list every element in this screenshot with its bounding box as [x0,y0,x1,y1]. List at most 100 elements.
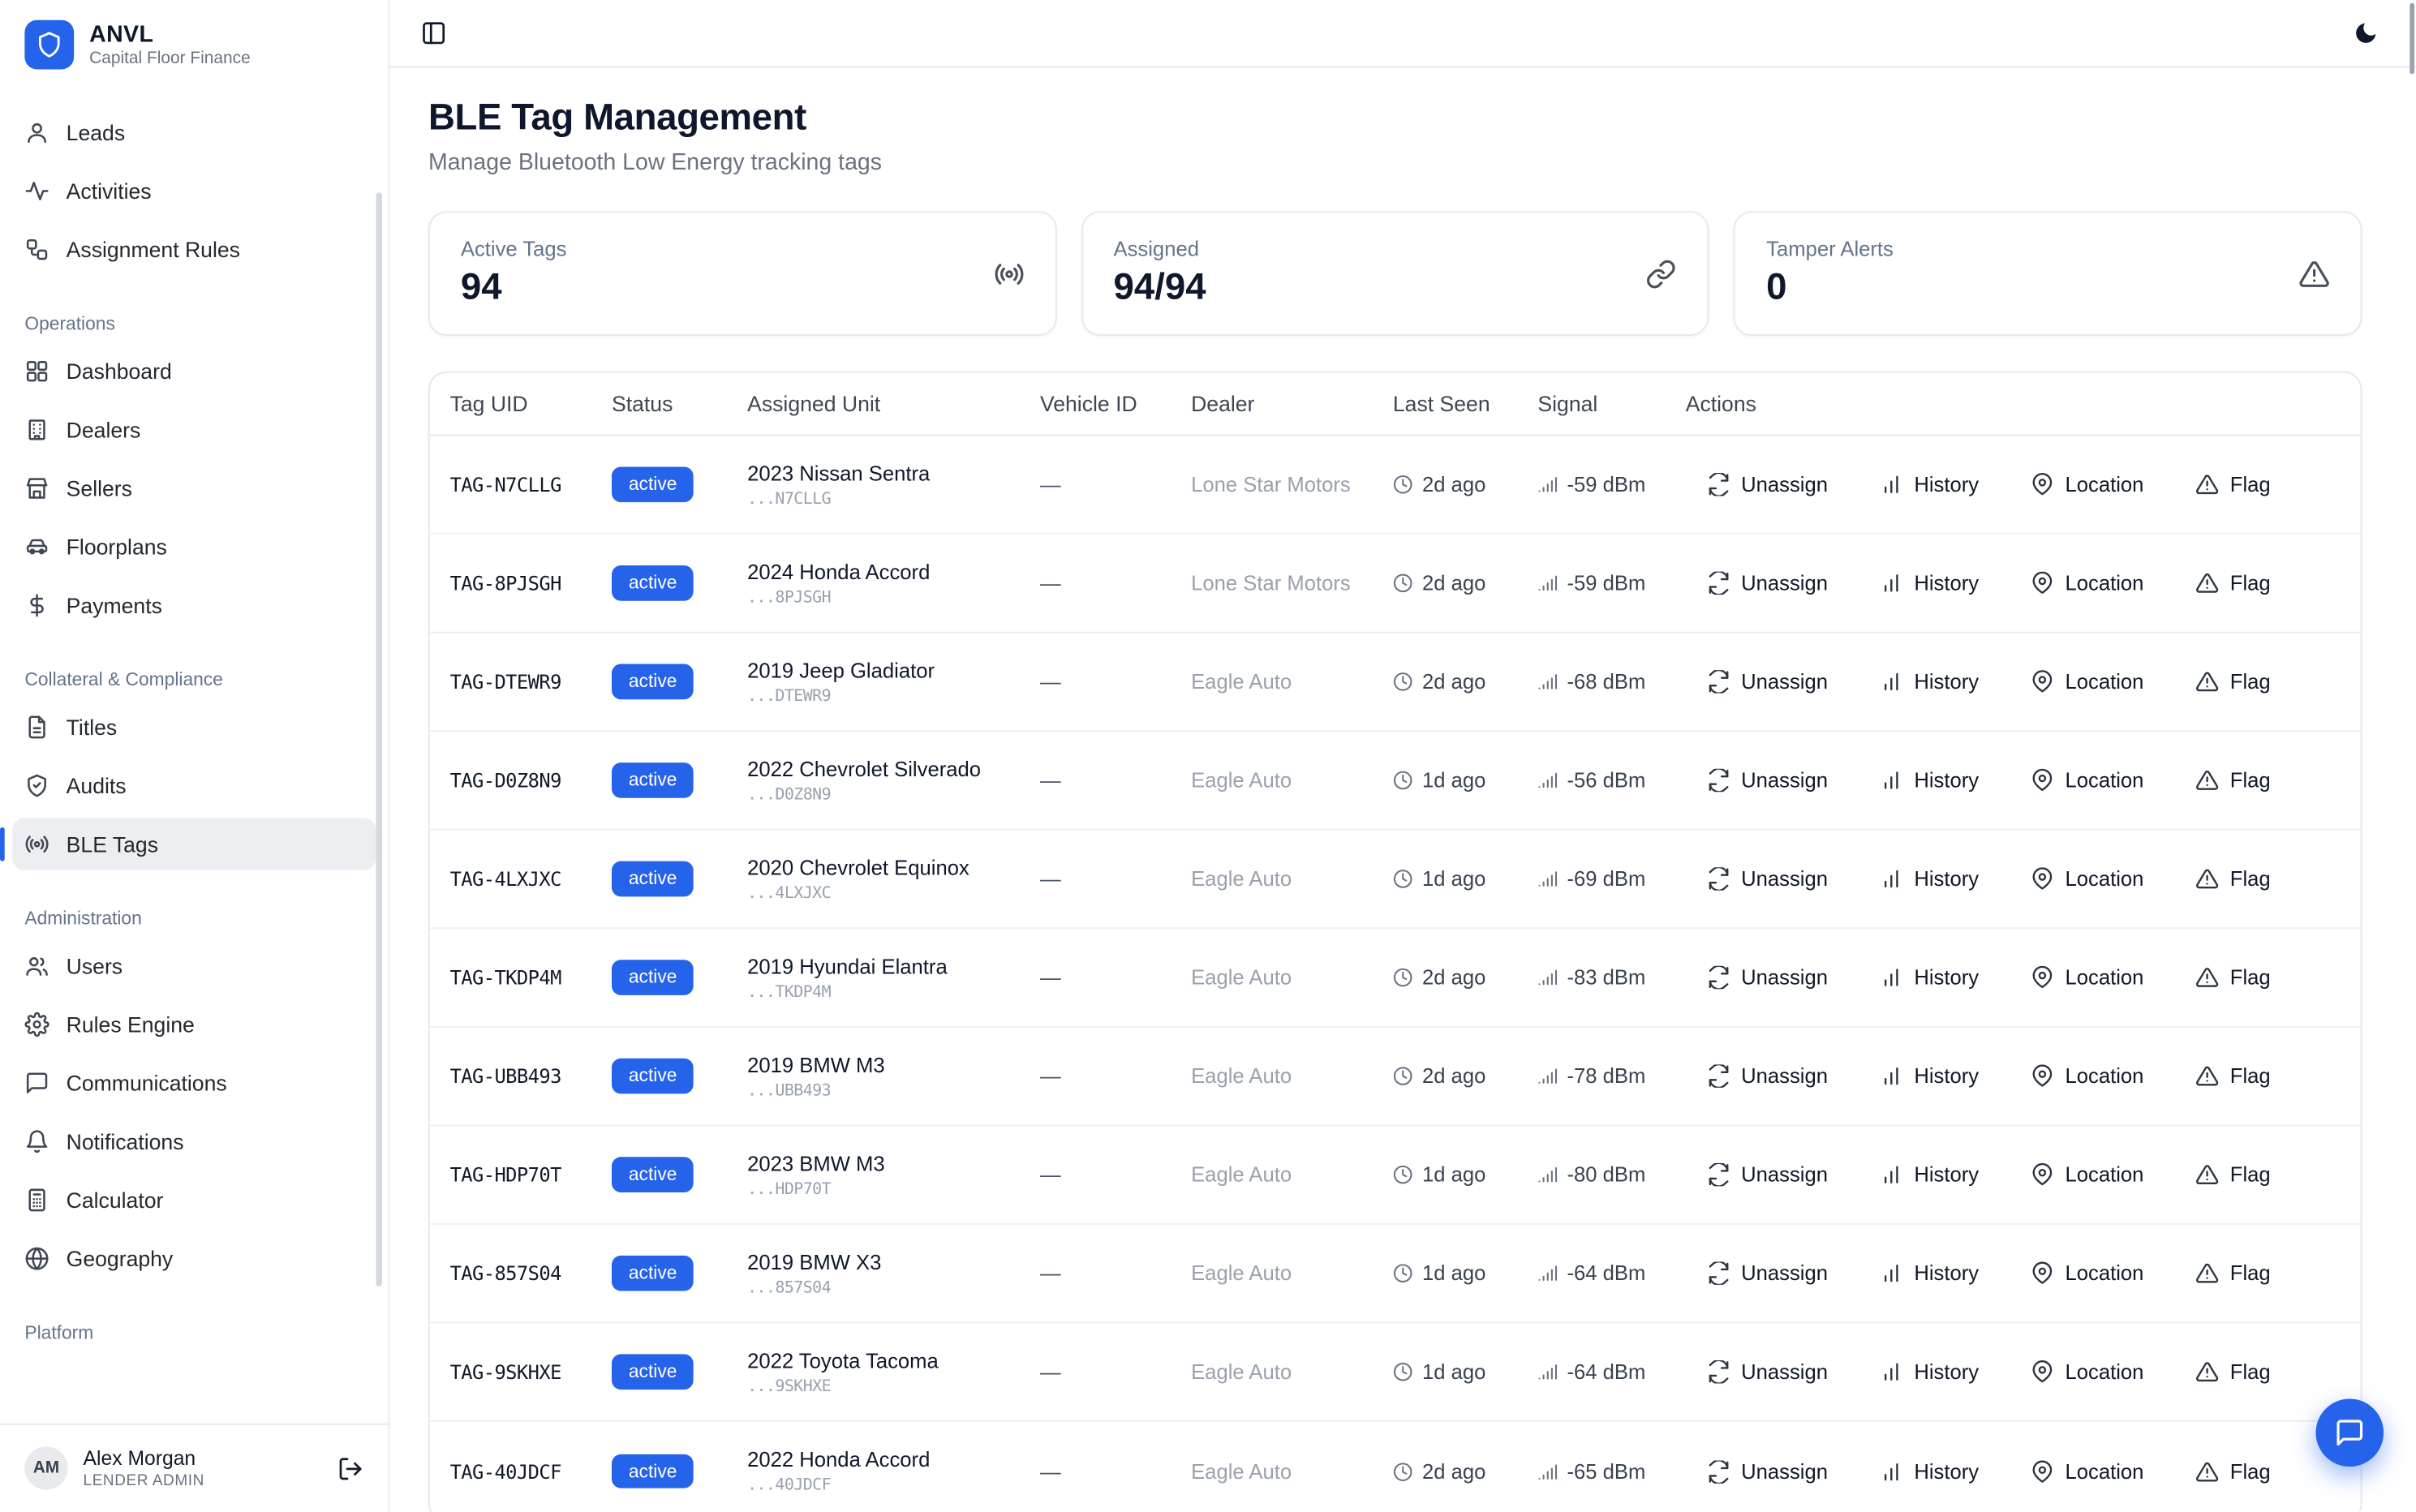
history-button[interactable]: History [1881,670,1980,693]
unassign-button[interactable]: Unassign [1707,769,1828,792]
location-button[interactable]: Location [2031,473,2144,496]
sidebar-item-rules-engine[interactable]: Rules Engine [12,999,376,1051]
flag-button[interactable]: Flag [2196,1261,2271,1284]
history-button[interactable]: History [1881,572,1980,595]
unassign-button[interactable]: Unassign [1707,572,1828,595]
vehicle-id: — [1040,966,1191,989]
assigned-unit: 2019 Jeep Gladiator [747,659,1028,681]
unassign-button[interactable]: Unassign [1707,867,1828,890]
sidebar-section-label: Operations [24,313,363,335]
sidebar-item-leads[interactable]: Leads [12,106,376,159]
vehicle-id: — [1040,1163,1191,1186]
clock-icon [1393,869,1413,889]
flag-button[interactable]: Flag [2196,1064,2271,1087]
sidebar-item-users[interactable]: Users [12,940,376,993]
history-button[interactable]: History [1881,966,1980,989]
history-button[interactable]: History [1881,1360,1980,1383]
logout-button[interactable] [337,1455,363,1481]
unassign-button[interactable]: Unassign [1707,473,1828,496]
column-header-vehicle-id: Vehicle ID [1040,391,1191,415]
sidebar-item-floorplans[interactable]: Floorplans [12,521,376,573]
flag-button[interactable]: Flag [2196,670,2271,693]
brand[interactable]: ANVL Capital Floor Finance [0,0,389,84]
flag-button[interactable]: Flag [2196,867,2271,890]
signal-cell: -64 dBm [1537,1360,1685,1383]
location-button[interactable]: Location [2031,1163,2144,1186]
flag-button[interactable]: Flag [2196,1459,2271,1482]
actions-cell: Unassign History Location Flag [1686,769,2361,792]
location-button[interactable]: Location [2031,1261,2144,1284]
unassign-button[interactable]: Unassign [1707,670,1828,693]
flag-button[interactable]: Flag [2196,966,2271,989]
column-header-actions: Actions [1686,391,2361,415]
location-label: Location [2065,670,2143,693]
history-button[interactable]: History [1881,867,1980,890]
main-scrollbar[interactable] [2410,3,2414,74]
sidebar-item-notifications[interactable]: Notifications [12,1115,376,1168]
history-button[interactable]: History [1881,1163,1980,1186]
unassign-button[interactable]: Unassign [1707,1163,1828,1186]
dealer: Eagle Auto [1191,867,1393,890]
sidebar-item-ble-tags[interactable]: BLE Tags [12,818,376,870]
flag-button[interactable]: Flag [2196,1360,2271,1383]
flag-alert-icon [2196,966,2219,989]
flag-button[interactable]: Flag [2196,572,2271,595]
unassign-button[interactable]: Unassign [1707,966,1828,989]
sidebar-toggle-button[interactable] [420,20,446,46]
tag-uid: TAG-D0Z8N9 [450,769,612,792]
sidebar-item-assignment-rules[interactable]: Assignment Rules [12,223,376,276]
brand-text: ANVL Capital Floor Finance [89,22,251,68]
status-badge: active [612,1256,694,1291]
sidebar-item-sellers[interactable]: Sellers [12,462,376,515]
unassign-icon [1707,1261,1730,1284]
history-button[interactable]: History [1881,1459,1980,1482]
sidebar-item-activities[interactable]: Activities [12,165,376,217]
location-label: Location [2065,572,2143,595]
unassign-button[interactable]: Unassign [1707,1459,1828,1482]
signal-bars-icon [1537,968,1558,988]
location-button[interactable]: Location [2031,769,2144,792]
history-button[interactable]: History [1881,769,1980,792]
unassign-button[interactable]: Unassign [1707,1064,1828,1087]
sidebar-scrollbar[interactable] [376,192,382,1286]
history-label: History [1914,473,1979,496]
unassign-button[interactable]: Unassign [1707,1261,1828,1284]
location-button[interactable]: Location [2031,670,2144,693]
history-button[interactable]: History [1881,473,1980,496]
location-pin-icon [2031,966,2054,989]
location-button[interactable]: Location [2031,1459,2144,1482]
stat-text: Tamper Alerts 0 [1766,237,1894,309]
user-footer[interactable]: AM Alex Morgan LENDER ADMIN [0,1424,389,1511]
location-button[interactable]: Location [2031,1360,2144,1383]
sidebar-item-audits[interactable]: Audits [12,759,376,812]
unassign-button[interactable]: Unassign [1707,1360,1828,1383]
chat-fab-button[interactable] [2315,1398,2384,1467]
history-button[interactable]: History [1881,1261,1980,1284]
flag-button[interactable]: Flag [2196,1163,2271,1186]
sidebar-item-geography[interactable]: Geography [12,1232,376,1285]
sidebar-item-calculator[interactable]: Calculator [12,1174,376,1226]
flag-button[interactable]: Flag [2196,473,2271,496]
sidebar-section-label: Collateral & Compliance [24,668,363,690]
theme-toggle-button[interactable] [2353,20,2379,46]
assigned-unit: 2022 Toyota Tacoma [747,1349,1028,1372]
location-button[interactable]: Location [2031,867,2144,890]
sidebar-item-dashboard[interactable]: Dashboard [12,345,376,397]
history-label: History [1914,867,1979,890]
sidebar-item-communications[interactable]: Communications [12,1057,376,1110]
assigned-unit: 2019 BMW M3 [747,1053,1028,1076]
tag-uid: TAG-DTEWR9 [450,670,612,693]
location-button[interactable]: Location [2031,966,2144,989]
last-seen-cell: 2d ago [1393,1459,1538,1482]
tag-uid: TAG-40JDCF [450,1459,612,1482]
sidebar-item-titles[interactable]: Titles [12,701,376,754]
sidebar-item-dealers[interactable]: Dealers [12,404,376,457]
location-button[interactable]: Location [2031,1064,2144,1087]
content: BLE Tag Management Manage Bluetooth Low … [389,68,2415,1512]
location-button[interactable]: Location [2031,572,2144,595]
flag-button[interactable]: Flag [2196,769,2271,792]
history-button[interactable]: History [1881,1064,1980,1087]
history-bars-icon [1881,1261,1903,1284]
sidebar-item-payments[interactable]: Payments [12,579,376,632]
table-row: TAG-N7CLLG active 2023 Nissan Sentra ...… [430,436,2361,535]
